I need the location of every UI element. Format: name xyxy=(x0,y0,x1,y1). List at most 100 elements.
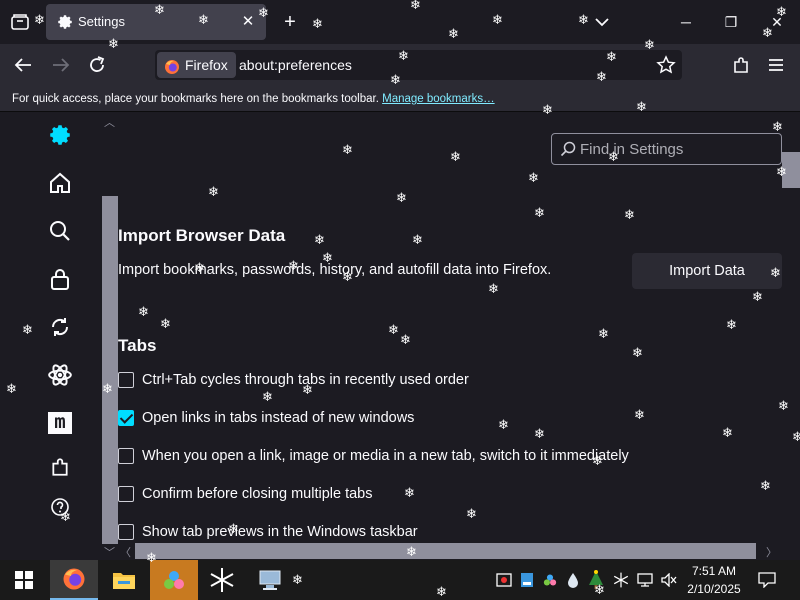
tray-droplet-icon[interactable] xyxy=(564,570,582,590)
tray-snowflake-icon[interactable] xyxy=(612,570,630,590)
forward-arrow-icon xyxy=(53,58,70,72)
extensions-icon xyxy=(52,458,68,476)
option-open-links-in-tabs[interactable]: Open links in tabs instead of new window… xyxy=(118,407,414,429)
scroll-up-arrow-icon[interactable]: ︿ xyxy=(104,114,115,130)
forward-button[interactable] xyxy=(48,53,74,77)
notification-center-icon[interactable] xyxy=(758,570,776,590)
atom-icon xyxy=(48,364,72,386)
sync-icon xyxy=(51,318,69,336)
firefox-view-icon[interactable] xyxy=(8,10,32,34)
windows-taskbar: 7:51 AM 2/10/2025 xyxy=(0,560,800,600)
tray-christmas-tree-icon[interactable] xyxy=(587,570,605,590)
extensions-button[interactable] xyxy=(728,53,754,77)
back-arrow-icon xyxy=(14,58,31,72)
taskbar-snowflake-app[interactable] xyxy=(198,560,246,600)
tray-capture-icon[interactable] xyxy=(495,570,513,590)
option-label: Open links in tabs instead of new window… xyxy=(142,410,415,426)
import-description: Import bookmarks, passwords, history, an… xyxy=(118,262,552,278)
url-bar[interactable]: Firefox about:preferences xyxy=(155,50,682,80)
snowflake-app-icon xyxy=(210,568,234,592)
maximize-button[interactable]: ❐ xyxy=(716,8,746,36)
gear-icon xyxy=(50,125,70,145)
checkbox[interactable] xyxy=(118,372,134,388)
tab-title: Settings xyxy=(78,14,125,29)
back-button[interactable] xyxy=(10,53,36,77)
scroll-right-arrow-icon[interactable]: 〉 xyxy=(766,544,777,560)
option-label: Confirm before closing multiple tabs xyxy=(142,486,373,502)
clock-time: 7:51 AM xyxy=(691,564,737,578)
tab-bar: Settings ✕ + ─ ❐ ✕ xyxy=(0,0,800,44)
mozilla-icon: m xyxy=(48,412,72,434)
checkbox[interactable] xyxy=(118,448,134,464)
search-input[interactable] xyxy=(580,134,775,164)
start-button[interactable] xyxy=(0,560,48,600)
network-app-icon xyxy=(259,570,281,590)
preferences-content: m ︿ ﹀ Import Browser Data Import bookmar… xyxy=(0,112,800,560)
list-all-tabs-button[interactable] xyxy=(590,10,614,34)
search-icon xyxy=(560,141,576,157)
category-home[interactable] xyxy=(42,165,78,201)
identity-label: Firefox xyxy=(185,57,228,73)
minimize-button[interactable]: ─ xyxy=(671,8,701,36)
category-general[interactable] xyxy=(42,117,78,153)
close-window-button[interactable]: ✕ xyxy=(762,8,792,36)
option-ctrl-tab-recent[interactable]: Ctrl+Tab cycles through tabs in recently… xyxy=(118,369,469,391)
firefox-icon xyxy=(63,568,85,590)
gear-icon xyxy=(56,13,74,31)
manage-bookmarks-link[interactable]: Manage bookmarks… xyxy=(382,93,495,105)
tab-settings[interactable]: Settings ✕ xyxy=(46,4,266,40)
checkbox[interactable] xyxy=(118,524,134,540)
bookmark-star-icon[interactable] xyxy=(656,55,676,75)
category-more-from-mozilla[interactable]: m xyxy=(42,405,78,441)
scroll-down-arrow-icon[interactable]: ﹀ xyxy=(104,544,115,560)
hamburger-menu-icon xyxy=(769,59,783,71)
bookmarks-toolbar: For quick access, place your bookmarks h… xyxy=(0,86,800,112)
option-label: Show tab previews in the Windows taskbar xyxy=(142,524,418,540)
taskbar-app[interactable] xyxy=(150,560,198,600)
taskbar-firefox[interactable] xyxy=(50,560,98,600)
tray-drive-icon[interactable] xyxy=(518,570,536,590)
reload-icon xyxy=(90,56,105,72)
chevron-down-icon xyxy=(595,18,609,27)
taskbar-file-explorer[interactable] xyxy=(100,560,148,600)
category-sync[interactable] xyxy=(42,309,78,345)
navigation-toolbar: Firefox about:preferences xyxy=(0,44,800,86)
identity-box[interactable]: Firefox xyxy=(157,52,236,78)
clock-date: 2/10/2025 xyxy=(687,582,741,596)
tray-network-icon[interactable] xyxy=(636,570,654,590)
option-confirm-close-tabs[interactable]: Confirm before closing multiple tabs xyxy=(118,483,373,505)
lock-icon xyxy=(51,269,69,290)
url-text[interactable]: about:preferences xyxy=(239,50,352,80)
tabs-heading: Tabs xyxy=(118,336,157,355)
puzzle-icon xyxy=(734,57,748,73)
sidebar-scrollbar-thumb[interactable] xyxy=(102,196,118,544)
help-icon xyxy=(51,498,69,516)
import-data-button[interactable]: Import Data xyxy=(632,253,782,289)
category-sidebar: m xyxy=(0,112,100,560)
category-support[interactable] xyxy=(42,489,78,525)
reload-button[interactable] xyxy=(84,53,110,77)
find-in-settings[interactable] xyxy=(551,133,782,165)
app-menu-button[interactable] xyxy=(764,53,788,77)
import-heading: Import Browser Data xyxy=(118,226,286,245)
tray-volume-muted-icon[interactable] xyxy=(660,570,678,590)
category-extensions-themes[interactable] xyxy=(42,449,78,485)
tray-app-icon[interactable] xyxy=(541,570,559,590)
close-tab-button[interactable]: ✕ xyxy=(238,12,258,32)
option-switch-to-new-tab[interactable]: When you open a link, image or media in … xyxy=(118,445,629,467)
checkbox-checked[interactable] xyxy=(118,410,134,426)
system-clock[interactable]: 7:51 AM 2/10/2025 xyxy=(683,562,745,598)
option-taskbar-previews[interactable]: Show tab previews in the Windows taskbar xyxy=(118,521,418,543)
content-scrollbar-thumb[interactable] xyxy=(782,152,800,188)
firefox-logo-icon xyxy=(164,57,180,74)
new-tab-button[interactable]: + xyxy=(278,10,302,34)
category-search[interactable] xyxy=(42,213,78,249)
category-privacy[interactable] xyxy=(42,261,78,297)
checkbox[interactable] xyxy=(118,486,134,502)
home-icon xyxy=(50,172,70,193)
category-experimental[interactable] xyxy=(42,357,78,393)
horizontal-scrollbar-thumb[interactable] xyxy=(135,543,756,559)
windows-start-icon xyxy=(15,571,33,589)
taskbar-network-app[interactable] xyxy=(246,560,294,600)
scroll-left-arrow-icon[interactable]: 〈 xyxy=(120,544,131,560)
